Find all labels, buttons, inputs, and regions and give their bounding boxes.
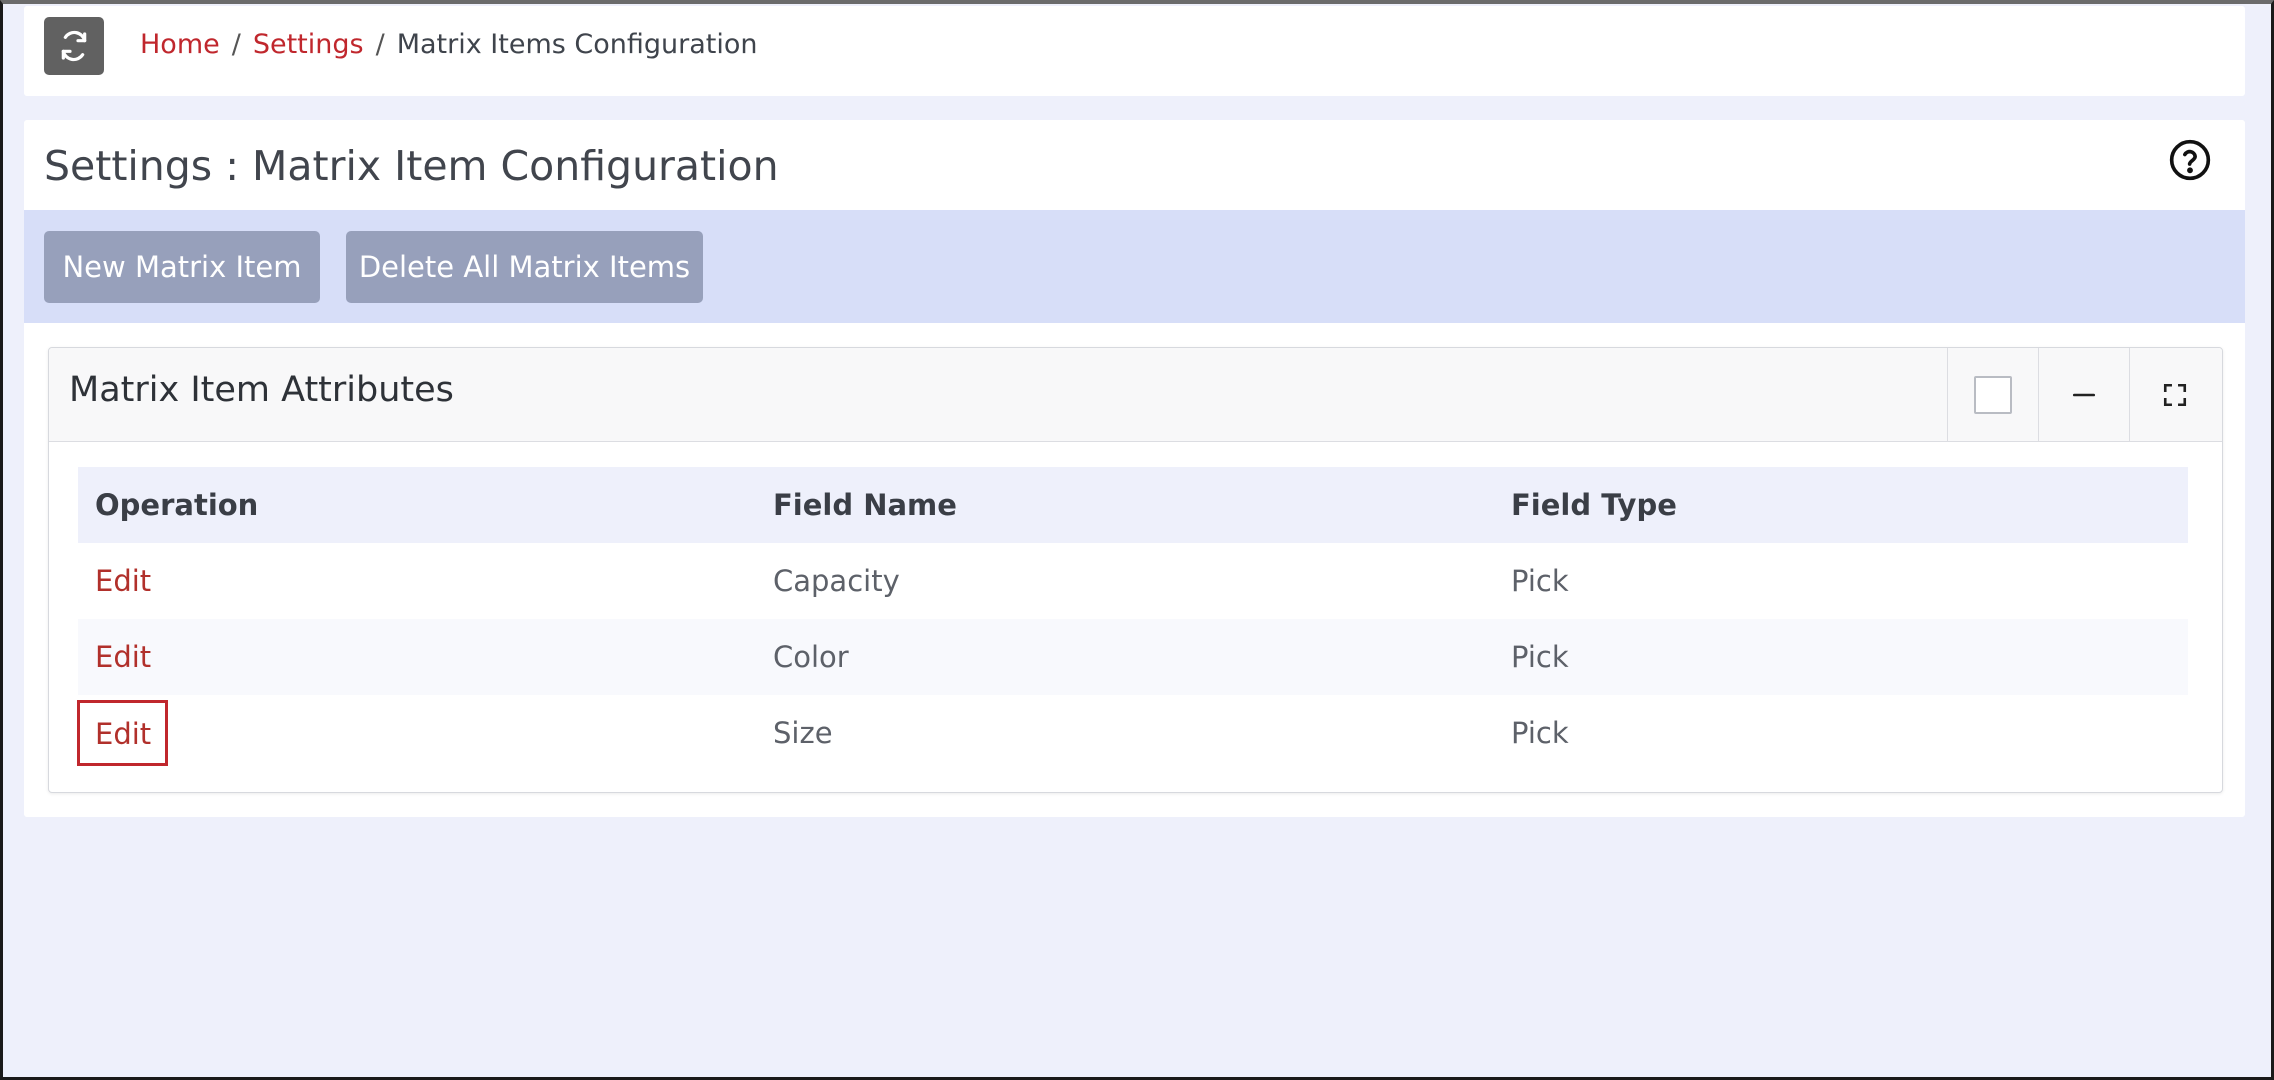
breadcrumb-separator: / [231,29,241,60]
card-collapse-button[interactable] [2038,348,2129,441]
breadcrumb: Home / Settings / Matrix Items Configura… [140,29,758,60]
checkbox-icon [1974,375,2012,414]
column-header-operation: Operation [78,467,756,543]
new-matrix-item-button[interactable]: New Matrix Item [44,231,320,303]
table-header-row: Operation Field Name Field Type [78,467,2188,543]
column-header-field-name: Field Name [756,467,1494,543]
minimize-icon [2072,393,2096,396]
edit-link[interactable]: Edit [95,640,151,674]
field-name-cell: Size [773,716,833,750]
field-type-cell: Pick [1511,716,1569,750]
breadcrumb-home-link[interactable]: Home [140,29,220,60]
card-title: Matrix Item Attributes [69,370,454,410]
field-name-cell: Capacity [773,564,900,598]
help-icon[interactable] [2168,138,2212,182]
card-header: Matrix Item Attributes [49,348,2222,442]
delete-all-matrix-items-button[interactable]: Delete All Matrix Items [346,231,703,303]
field-type-cell: Pick [1494,619,2188,695]
table-row: Edit Color Pick [78,619,2188,695]
attributes-table: Operation Field Name Field Type Edit Cap… [76,467,2188,771]
refresh-icon [61,30,87,62]
field-name-cell: Color [756,619,1494,695]
edit-link[interactable]: Edit [95,564,151,598]
main-panel: Settings : Matrix Item Configuration New… [24,120,2245,817]
column-header-field-type: Field Type [1494,467,2188,543]
breadcrumb-separator: / [375,29,385,60]
refresh-button[interactable] [44,17,104,75]
table-row: Edit Size Pick [76,695,2188,771]
table-row: Edit Capacity Pick [78,543,2188,619]
card-select-toggle[interactable] [1947,348,2038,441]
action-toolbar: New Matrix Item Delete All Matrix Items [24,210,2245,323]
breadcrumb-current: Matrix Items Configuration [396,29,758,60]
page-title: Settings : Matrix Item Configuration [44,142,779,190]
breadcrumb-bar: Home / Settings / Matrix Items Configura… [24,6,2245,96]
maximize-icon [2163,383,2187,406]
field-type-cell: Pick [1511,564,1569,598]
card-fullscreen-button[interactable] [2129,348,2220,441]
matrix-item-attributes-card: Matrix Item Attributes Operation Field N… [48,347,2223,793]
breadcrumb-settings-link[interactable]: Settings [253,29,364,60]
edit-link[interactable]: Edit [76,700,169,766]
